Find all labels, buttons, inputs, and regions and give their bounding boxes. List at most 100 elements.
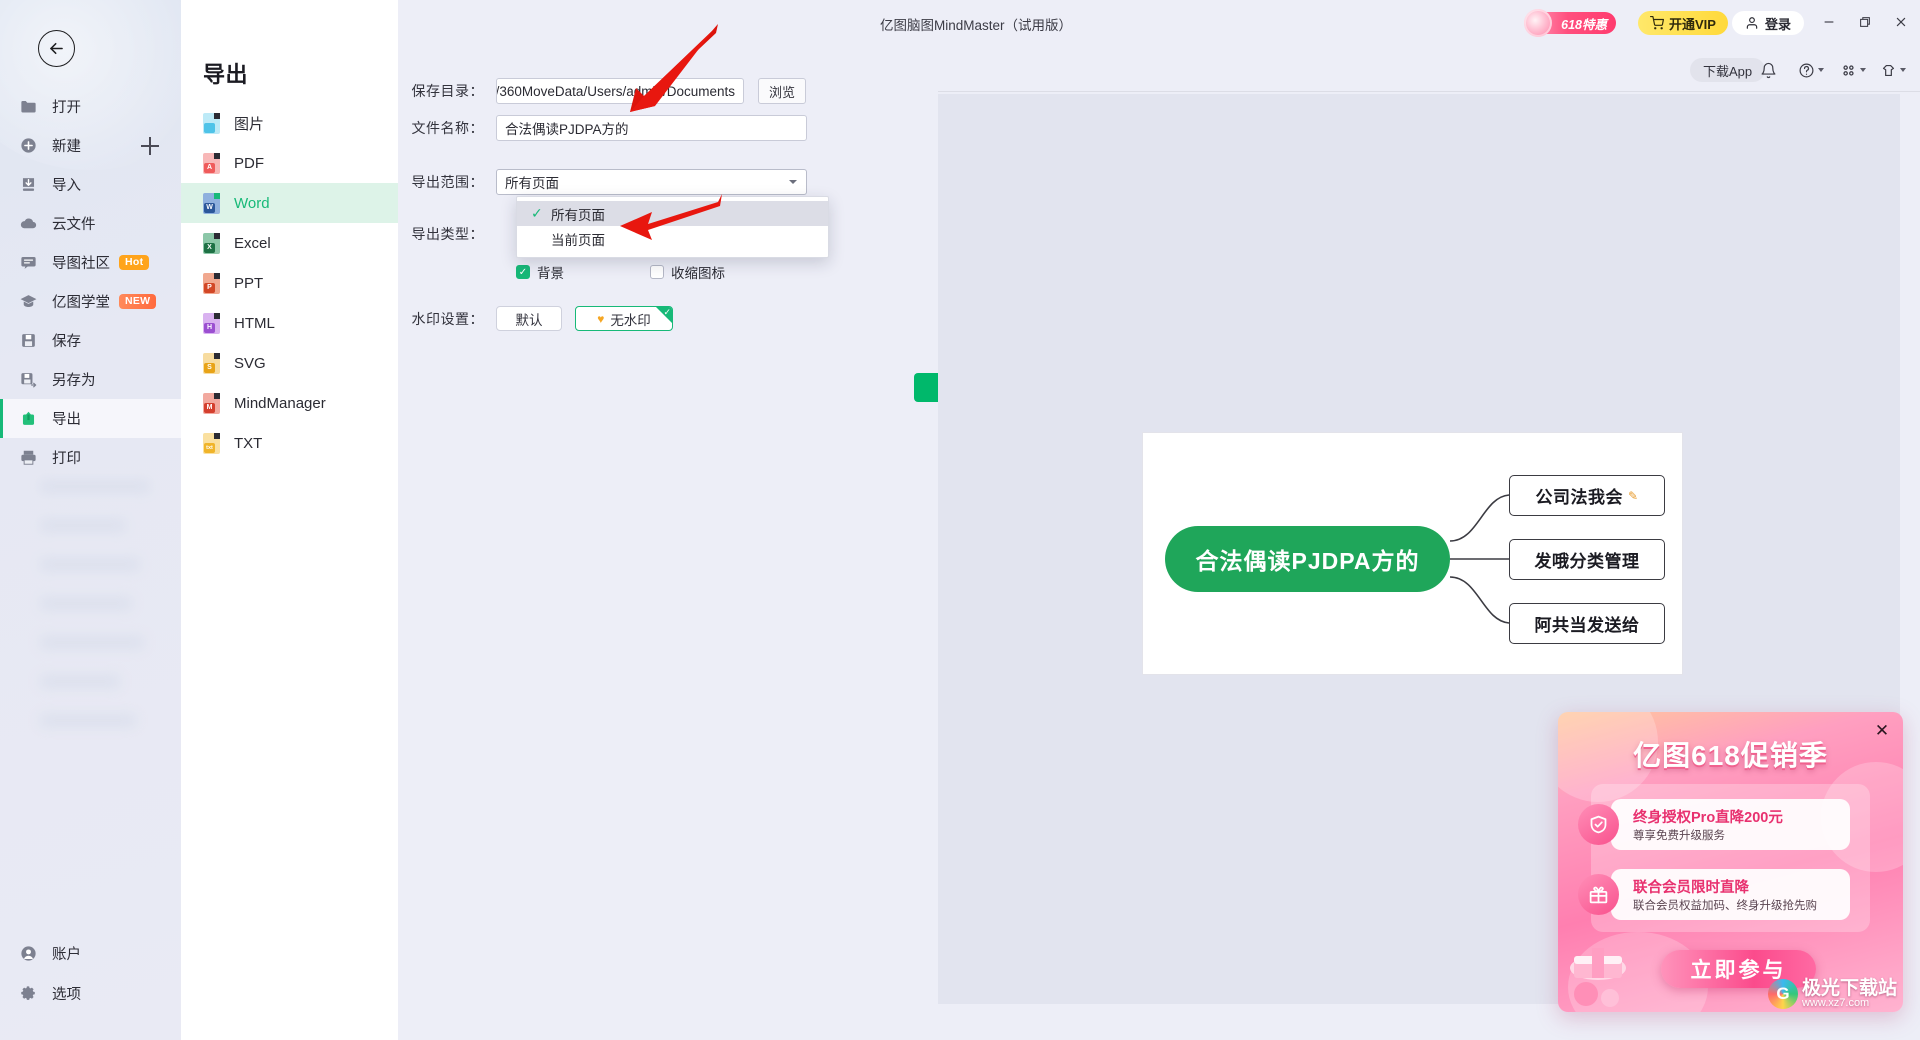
export-format-label: TXT (234, 434, 263, 452)
export-format-label: Word (234, 194, 270, 212)
sidebar-bottom-item-2[interactable]: 选项 (0, 973, 181, 1013)
help-dropdown-caret[interactable] (1818, 68, 1824, 72)
sidebar-item-5[interactable]: 导图社区 Hot (0, 243, 181, 282)
save-dir-value: D:/360MoveData/Users/admin/Documents (496, 83, 735, 99)
export-format-label: PDF (234, 154, 264, 172)
export-range-option-1[interactable]: ✓ 所有页面 (517, 201, 828, 226)
sidebar-item-4[interactable]: 云文件 (0, 204, 181, 243)
apps-button[interactable] (1836, 58, 1860, 82)
open-vip-button[interactable]: 开通VIP (1638, 11, 1728, 35)
export-format-label: SVG (234, 354, 266, 372)
export-range-select[interactable]: 所有页面 (496, 169, 807, 195)
export-range-row: 导出范围： 所有页面 (398, 169, 807, 195)
background-checkbox[interactable]: ✓ 背景 (516, 262, 564, 282)
collapse-icon-checkbox[interactable]: 收缩图标 (650, 262, 725, 282)
export-type-row: 导出类型： (398, 224, 496, 244)
new-plus-button[interactable] (141, 136, 159, 155)
file-icon: H (203, 312, 220, 334)
download-app-button[interactable]: 下载App (1690, 58, 1766, 82)
checkbox-box-unchecked (650, 265, 664, 279)
sidebar-item-label: 打开 (52, 100, 81, 116)
watermark-none-button[interactable]: ♥ 无水印 ✓ (575, 306, 673, 331)
sidebar-item-6[interactable]: 亿图学堂 NEW (0, 282, 181, 321)
export-format-label: PPT (234, 274, 264, 292)
file-icon: W (203, 192, 220, 214)
promo-card-1[interactable]: 终身授权Pro直降200元 尊享免费升级服务 (1578, 799, 1850, 850)
sidebar-item-label: 新建 (52, 139, 81, 155)
theme-button[interactable] (1876, 58, 1900, 82)
import-icon (22, 178, 34, 191)
sidebar-bottom-item-1[interactable]: 账户 (0, 933, 181, 973)
export-format-word[interactable]: W Word (181, 183, 398, 223)
export-range-dropdown[interactable]: ✓ 所有页面 当前页面 (516, 196, 829, 258)
export-format-panel: 导出 图片 A PDF W Word X Excel P PPT H HTML S SVG M MindMa… (181, 0, 398, 1040)
save-icon (17, 330, 39, 352)
export-format-excel[interactable]: X Excel (181, 223, 398, 263)
sidebar-item-10[interactable]: 打印 (0, 438, 181, 477)
export-format-ppt[interactable]: P PPT (181, 263, 398, 303)
promo-618-pill[interactable]: 618特惠 (1524, 9, 1616, 37)
minimize-button[interactable] (1822, 15, 1836, 34)
printer-icon (17, 447, 39, 469)
promo-card-2-sub: 联合会员权益加码、终身升级抢先购 (1633, 900, 1817, 912)
export-format-html[interactable]: H HTML (181, 303, 398, 343)
help-button[interactable] (1794, 58, 1818, 82)
user-icon (1746, 17, 1758, 29)
file-name-label: 文件名称： (411, 120, 484, 136)
export-format-svg[interactable]: S SVG (181, 343, 398, 383)
browse-button[interactable]: 浏览 (758, 78, 806, 104)
sidebar-item-label: 另存为 (52, 373, 96, 389)
crown-icon: ♥ (597, 311, 605, 326)
login-button[interactable]: 登录 (1732, 11, 1805, 35)
mindmap-node-1[interactable]: 公司法我会 ✎ (1509, 475, 1665, 516)
shield-check-icon (1578, 804, 1619, 845)
mindmap-page: 合法偶读PJDPA方的 公司法我会 ✎ 发哦分类管理 阿共当发送给 (1142, 432, 1683, 675)
save-dir-label: 保存目录： (411, 83, 484, 99)
export-range-option-2[interactable]: 当前页面 (517, 226, 828, 251)
user-circle-icon (17, 942, 39, 964)
sidebar-item-label: 导入 (52, 178, 81, 194)
theme-dropdown-caret[interactable] (1900, 68, 1906, 72)
export-format-图片[interactable]: 图片 (181, 103, 398, 143)
mindmap-root-node[interactable]: 合法偶读PJDPA方的 (1165, 526, 1450, 592)
plus-circle-icon (17, 135, 39, 157)
file-icon: S (203, 352, 220, 374)
help-icon (1799, 63, 1813, 77)
sidebar-item-1[interactable]: 打开 (0, 87, 181, 126)
sidebar-item-7[interactable]: 保存 (0, 321, 181, 360)
close-window-button[interactable] (1894, 15, 1908, 34)
export-format-txt[interactable]: txt TXT (181, 423, 398, 463)
export-range-label: 导出范围： (411, 174, 484, 190)
export-options-checkboxes: ✓ 背景 收缩图标 (516, 262, 725, 282)
sidebar-item-label: 保存 (52, 334, 81, 350)
apps-dropdown-caret[interactable] (1860, 68, 1866, 72)
export-format-label: Excel (234, 234, 271, 252)
sidebar-item-label: 导出 (52, 412, 81, 428)
export-format-label: HTML (234, 314, 275, 332)
mindmap-node-3[interactable]: 阿共当发送给 (1509, 603, 1665, 644)
file-name-input[interactable]: 合法偶读PJDPA方的 (496, 115, 807, 141)
minimize-icon (1824, 21, 1834, 23)
export-type-label: 导出类型： (411, 226, 484, 242)
plus-circle-icon (20, 138, 36, 153)
sidebar-item-label: 账户 (52, 946, 81, 963)
sidebar-item-2[interactable]: 新建 (0, 126, 181, 165)
sidebar-badge: Hot (119, 254, 150, 271)
gear-icon (20, 985, 35, 1000)
community-icon (17, 252, 39, 274)
maximize-button[interactable] (1858, 15, 1872, 34)
sidebar-item-8[interactable]: 另存为 (0, 360, 181, 399)
sidebar-item-9[interactable]: 导出 (0, 399, 181, 438)
user-circle-icon (20, 945, 36, 961)
watermark-default-button[interactable]: 默认 (496, 306, 562, 331)
export-format-pdf[interactable]: A PDF (181, 143, 398, 183)
mindmap-node-2[interactable]: 发哦分类管理 (1509, 539, 1665, 580)
save-dir-input[interactable]: D:/360MoveData/Users/admin/Documents (496, 78, 744, 104)
back-button[interactable] (38, 30, 75, 67)
notification-button[interactable] (1756, 58, 1780, 82)
export-format-mindmanager[interactable]: M MindManager (181, 383, 398, 423)
promo-card-2[interactable]: 联合会员限时直降 联合会员权益加码、终身升级抢先购 (1578, 869, 1850, 920)
sidebar-item-3[interactable]: 导入 (0, 165, 181, 204)
theme-icon (1882, 64, 1894, 76)
app-window: 打开新建导入云文件 导图社区 Hot 亿图学堂 NEW 保存另存为导出打印 账户选项 导出… (0, 0, 1920, 1040)
